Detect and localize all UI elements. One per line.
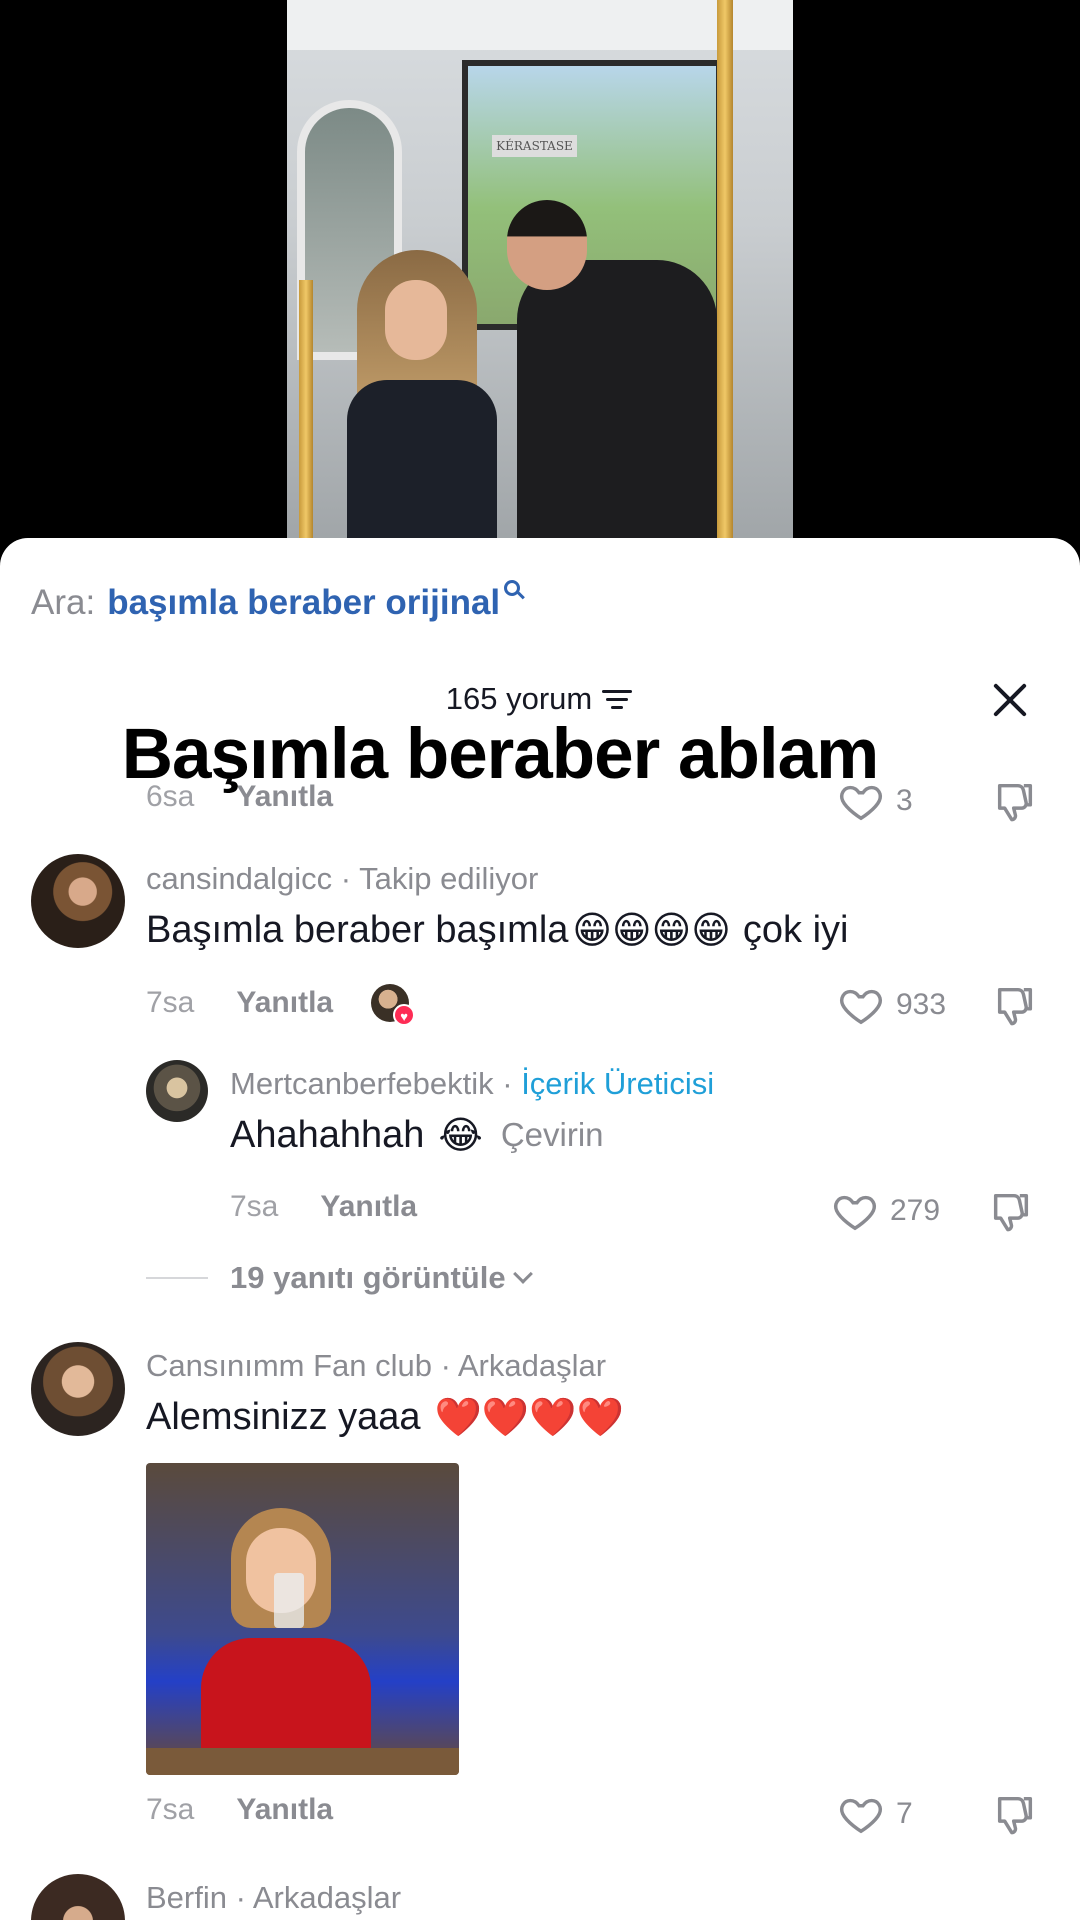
comment-username-line: cansindalgicc · Takip ediliyor [146, 861, 539, 896]
comment-gif-image[interactable] [146, 1463, 459, 1775]
video-pole-left [299, 280, 313, 560]
comment-username-line: Cansınımm Fan club · Arkadaşlar [146, 1348, 607, 1383]
comments-sheet: Ara: başımla beraber orijinal 165 yorum … [0, 538, 1080, 1920]
view-replies-label: 19 yanıtı görüntüle [230, 1260, 506, 1295]
comment-username-line: Berfin · Arkadaşlar [146, 1880, 402, 1915]
video-caption-overlay: Başımla beraber ablam [121, 715, 879, 794]
like-count: 7 [896, 1797, 913, 1830]
comment-username[interactable]: Berfin [146, 1880, 227, 1915]
comment-time: 7sa [230, 1190, 279, 1223]
avatar[interactable] [146, 1060, 208, 1122]
comment-emojis: ❤️❤️❤️❤️ [434, 1395, 624, 1439]
divider [146, 1277, 208, 1279]
video-pole [717, 0, 733, 560]
video-man [477, 200, 737, 560]
search-icon [504, 580, 526, 602]
reply-username-line: Mertcanberfebektik · İçerik Üreticisi [230, 1066, 715, 1101]
search-prefix: Ara: [31, 583, 96, 622]
comment-tag: Arkadaşlar [457, 1348, 607, 1383]
comment-username[interactable]: cansindalgicc [146, 861, 332, 896]
reply-emoji: 😂 [438, 1113, 483, 1157]
reply-button[interactable]: Yanıtla [236, 1793, 333, 1827]
avatar[interactable] [31, 1342, 125, 1436]
comments-count: 165 yorum [445, 681, 593, 716]
search-suggestion[interactable]: Ara: başımla beraber orijinal [31, 578, 526, 628]
comment-meta: 7sa Yanıtla ♥ [146, 984, 416, 1026]
comment-time: 7sa [146, 986, 195, 1019]
comment-meta: 7sa Yanıtla [146, 1793, 333, 1827]
like-button[interactable]: 7 [838, 1791, 913, 1837]
heart-icon [840, 989, 882, 1025]
comment-tag: Arkadaşlar [252, 1880, 402, 1915]
like-button[interactable]: 933 [838, 982, 946, 1028]
avatar[interactable] [31, 1874, 125, 1920]
comment-text-body: Başımla beraber başımla [146, 908, 569, 951]
translate-link[interactable]: Çevirin [501, 1116, 604, 1154]
reply-username[interactable]: Mertcanberfebektik [230, 1066, 494, 1101]
comment-text-body: Alemsinizz yaaa [146, 1396, 421, 1438]
comment-username[interactable]: Cansınımm Fan club [146, 1348, 432, 1383]
creator-tag: İçerik Üreticisi [521, 1066, 715, 1101]
video-sign: KÉRASTASE [492, 135, 577, 157]
filter-icon[interactable] [600, 689, 634, 709]
reply-button[interactable]: Yanıtla [236, 986, 333, 1020]
search-query-link[interactable]: başımla beraber orijinal [107, 583, 500, 623]
view-replies-button[interactable]: 19 yanıtı görüntüle [146, 1260, 533, 1296]
dislike-icon[interactable] [988, 1188, 1034, 1234]
heart-icon [840, 1798, 882, 1834]
comments-count-header: 165 yorum [0, 681, 1080, 717]
comment-emojis: 😁😁😁😁 [572, 908, 731, 952]
creator-liked-badge: ♥ [371, 984, 416, 1026]
avatar[interactable] [31, 854, 125, 948]
comment-time: 7sa [146, 1793, 195, 1826]
like-count: 933 [896, 988, 947, 1021]
reply-meta: 7sa Yanıtla [230, 1190, 417, 1224]
comment-text: Alemsinizz yaaa ❤️❤️❤️❤️ [146, 1395, 628, 1440]
chevron-down-icon [512, 1264, 533, 1284]
like-button[interactable]: 279 [832, 1188, 940, 1234]
dislike-icon[interactable] [992, 982, 1038, 1028]
comment-text-end: çok iyi [742, 908, 849, 951]
dislike-icon[interactable] [992, 1791, 1038, 1837]
reply-text: Ahahahhah 😂 Çevirin [230, 1113, 604, 1157]
comment-text: Başımla beraber başımla 😁😁😁😁 çok iyi [146, 908, 848, 952]
reply-button[interactable]: Yanıtla [320, 1190, 417, 1224]
reply-text-body: Ahahahhah [230, 1113, 425, 1156]
heart-icon [834, 1195, 876, 1231]
like-count: 279 [890, 1194, 941, 1227]
comment-tag: Takip ediliyor [359, 861, 539, 896]
video-player[interactable]: KÉRASTASE [287, 0, 793, 560]
